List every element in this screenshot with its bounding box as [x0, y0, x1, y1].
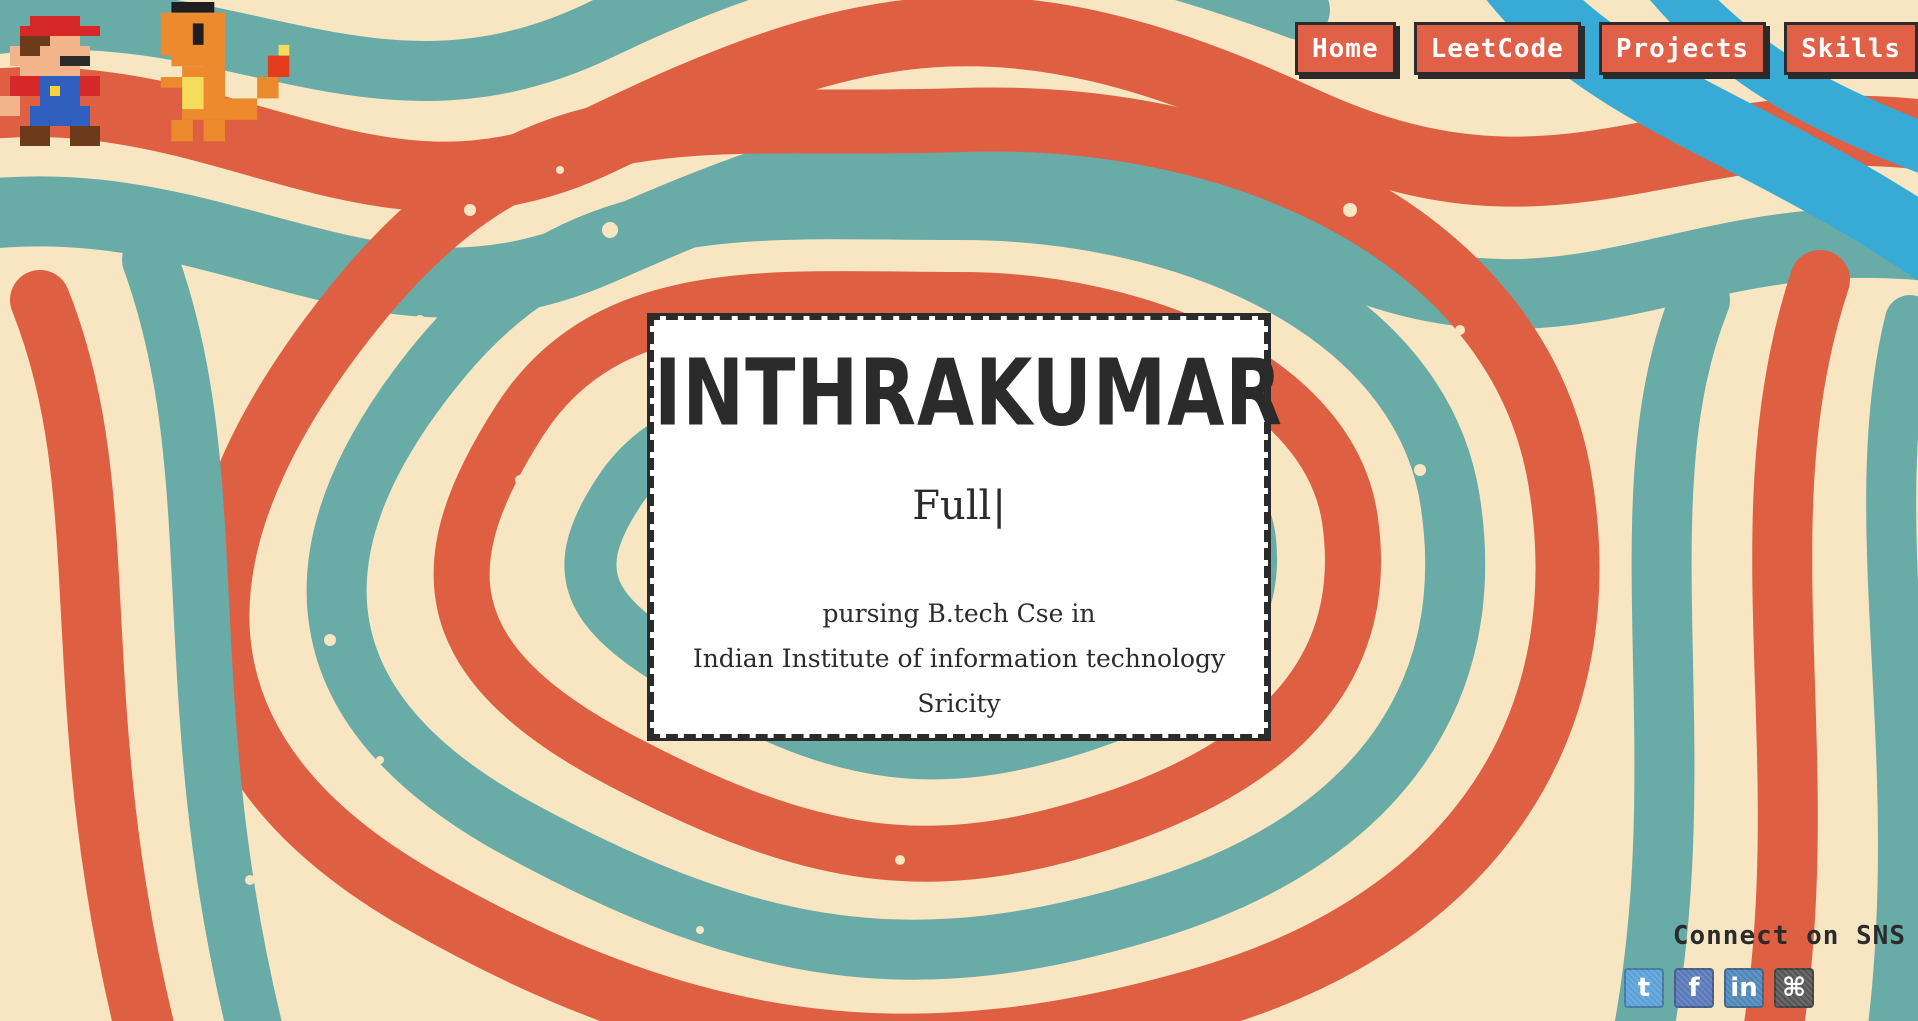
typed-role: Full| — [654, 483, 1264, 529]
sns-icon-row: t f in ⌘ — [1624, 968, 1838, 1008]
linkedin-icon[interactable]: in — [1724, 968, 1764, 1008]
nav-leetcode-button[interactable]: LeetCode — [1414, 22, 1581, 75]
sns-section: Connect on SNS — [1673, 921, 1906, 951]
facebook-icon[interactable]: f — [1674, 968, 1714, 1008]
top-navigation: Home LeetCode Projects Skills — [1295, 22, 1918, 75]
github-icon[interactable]: ⌘ — [1774, 968, 1814, 1008]
typed-role-text: Full — [912, 483, 991, 529]
hero-name: INTHRAKUMAR — [654, 340, 1264, 446]
typing-cursor: | — [992, 483, 1005, 529]
education-line: Sricity — [654, 681, 1264, 726]
nav-projects-button[interactable]: Projects — [1599, 22, 1766, 75]
sns-title: Connect on SNS — [1673, 921, 1906, 951]
twitter-icon[interactable]: t — [1624, 968, 1664, 1008]
education-description: pursing B.tech Cse in Indian Institute o… — [654, 591, 1264, 726]
charmander-sprite — [150, 2, 300, 152]
education-line: pursing B.tech Cse in — [654, 591, 1264, 636]
mario-sprite — [0, 16, 120, 156]
intro-card: INTHRAKUMAR Full| pursing B.tech Cse in … — [648, 314, 1270, 740]
nav-skills-button[interactable]: Skills — [1784, 22, 1918, 75]
nav-home-button[interactable]: Home — [1295, 22, 1396, 75]
education-line: Indian Institute of information technolo… — [654, 636, 1264, 681]
